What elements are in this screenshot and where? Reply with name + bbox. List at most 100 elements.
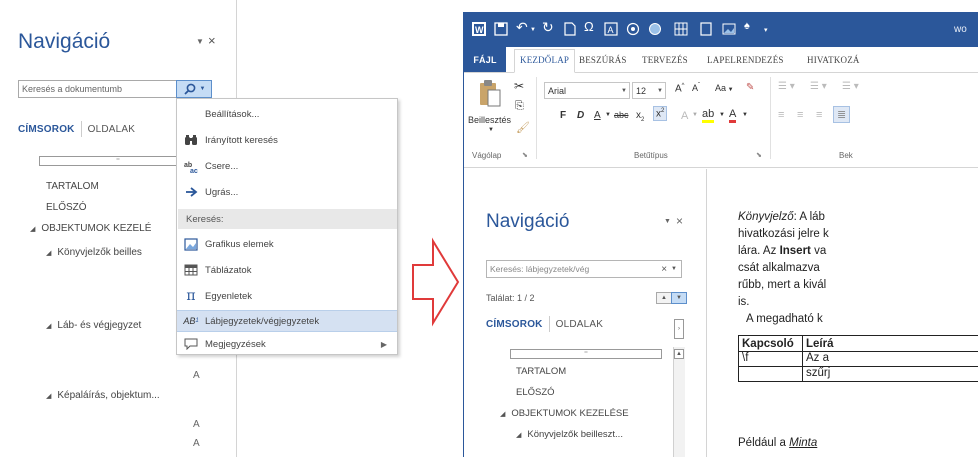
page-icon[interactable]	[700, 22, 712, 36]
heading-sub-item[interactable]: A	[193, 419, 200, 430]
underline-dropdown-icon[interactable]: ▼	[605, 112, 611, 118]
next-result-button[interactable]: ▼	[671, 292, 687, 304]
tab-references[interactable]: HIVATKOZÁ	[807, 55, 860, 65]
cut-icon[interactable]: ✂	[514, 79, 524, 93]
menu-item-graphics[interactable]: Grafikus elemek	[177, 233, 397, 255]
clear-formatting-icon[interactable]: ✎	[746, 82, 754, 93]
search-input[interactable]: Keresés: lábjegyzetek/vég × ▼	[486, 260, 682, 278]
tab-design[interactable]: TERVEZÉS	[642, 55, 688, 65]
pin-icon[interactable]: ♠	[744, 20, 750, 32]
expand-triangle-icon[interactable]: ◢	[46, 249, 51, 257]
paste-dropdown-icon[interactable]: ▼	[488, 127, 494, 133]
numbering-icon[interactable]: ☰ ▾	[810, 81, 827, 92]
menu-item-footnotes[interactable]: AB 1 Lábjegyzetek/végjegyzetek	[177, 310, 397, 332]
multilevel-list-icon[interactable]: ☰ ▾	[842, 81, 859, 92]
heading-item[interactable]: ◢ Könyvjelzők beilleszt...	[516, 429, 623, 440]
expand-triangle-icon[interactable]: ◢	[46, 392, 51, 400]
expand-triangle-icon[interactable]: ◢	[46, 322, 51, 330]
picture-icon[interactable]	[722, 22, 736, 36]
tab-headings[interactable]: CÍMSOROK	[18, 124, 81, 135]
undo-icon[interactable]: ↶	[516, 19, 528, 36]
heading-item[interactable]: ELŐSZÓ	[516, 387, 555, 398]
new-document-icon[interactable]	[564, 22, 576, 36]
shrink-font-icon[interactable]: Aˇ	[692, 83, 700, 93]
heading-item[interactable]: ◢ Láb- és végjegyzet	[46, 320, 141, 331]
bullets-icon[interactable]: ☰ ▾	[778, 81, 795, 92]
tab-insert[interactable]: BESZÚRÁS	[579, 55, 627, 65]
heading-item[interactable]: ELŐSZÓ	[46, 202, 87, 213]
grow-font-icon[interactable]: A^	[675, 83, 685, 94]
text-effects-dropdown-icon[interactable]: ▼	[692, 112, 698, 118]
heading-item[interactable]: TARTALOM	[46, 181, 99, 192]
heading-sub-item[interactable]: A	[193, 370, 200, 381]
tab-file[interactable]: FÁJL	[464, 47, 506, 72]
heading-item[interactable]: ◢ Képaláírás, objektum...	[46, 390, 160, 401]
bold-button[interactable]: F	[560, 110, 566, 121]
font-color-icon[interactable]: A	[729, 108, 737, 123]
save-icon[interactable]	[494, 22, 508, 36]
circle-icon[interactable]	[626, 22, 640, 36]
change-case-button[interactable]: Aa ▼	[715, 83, 734, 93]
document-area[interactable]: Könyvjelző: A láb hivatkozási jelre k lá…	[708, 169, 978, 457]
tab-headings[interactable]: CÍMSOROK	[486, 319, 549, 330]
highlight-color-icon[interactable]: ab	[702, 108, 715, 123]
pane-options-icon[interactable]: ▼	[196, 37, 204, 46]
scroll-up-button[interactable]: ▲	[674, 349, 684, 359]
heading-item[interactable]: ◢ OBJEKTUMOK KEZELÉ	[30, 223, 151, 234]
menu-item-replace[interactable]: ab ac Csere...	[177, 155, 397, 177]
menu-item-equations[interactable]: π Egyenletek	[177, 285, 397, 307]
collapse-all-bar[interactable]: ⁼	[510, 349, 662, 359]
font-name-combo[interactable]: Arial ▼	[544, 82, 630, 99]
search-input[interactable]: Keresés a dokumentumb	[18, 80, 178, 98]
search-options-button[interactable]: ▼	[176, 80, 212, 98]
chevron-down-icon[interactable]: ▼	[671, 266, 681, 272]
heading-item[interactable]: ◢ Könyvjelzők beilles	[46, 247, 142, 258]
close-icon[interactable]: ×	[208, 33, 216, 48]
font-size-combo[interactable]: 12 ▼	[632, 82, 666, 99]
previous-result-button[interactable]: ▲	[656, 292, 672, 304]
grid-icon[interactable]	[674, 22, 688, 36]
heading-item[interactable]: TARTALOM	[516, 366, 566, 377]
customize-toolbar-icon[interactable]: ▾	[764, 26, 768, 34]
copy-icon[interactable]: ⎘	[515, 100, 524, 113]
clipboard-launcher-icon[interactable]: ⬊	[522, 151, 528, 159]
expand-triangle-icon[interactable]: ◢	[30, 225, 35, 233]
font-color-dropdown-icon[interactable]: ▼	[742, 112, 748, 118]
expand-triangle-icon[interactable]: ◢	[516, 431, 521, 439]
expand-triangle-icon[interactable]: ◢	[500, 410, 505, 418]
format-painter-icon[interactable]: 🖌	[516, 121, 530, 134]
superscript-icon[interactable]: x2	[653, 106, 668, 122]
menu-item-advanced-find[interactable]: Irányított keresés	[177, 129, 397, 151]
redo-icon[interactable]: ↻	[542, 19, 554, 36]
underline-button[interactable]: A	[594, 110, 601, 121]
tab-pages[interactable]: OLDALAK	[82, 124, 142, 135]
paste-icon[interactable]	[478, 79, 502, 109]
paste-button[interactable]: Beillesztés	[468, 115, 511, 125]
highlight-dropdown-icon[interactable]: ▼	[719, 112, 725, 118]
align-center-icon[interactable]: ≡	[797, 109, 803, 121]
omega-icon[interactable]: Ω	[584, 19, 594, 34]
collapse-all-bar[interactable]: ⁼	[39, 156, 197, 166]
heading-item[interactable]: ◢ OBJEKTUMOK KEZELÉSE	[500, 408, 629, 419]
heading-sub-item[interactable]: A	[193, 438, 200, 449]
text-effects-icon[interactable]: A	[681, 110, 688, 122]
globe-icon[interactable]	[648, 22, 662, 36]
align-left-icon[interactable]: ≡	[778, 109, 784, 121]
strikethrough-icon[interactable]: abc	[614, 110, 629, 120]
tab-pages[interactable]: OLDALAK	[550, 319, 610, 330]
menu-item-goto[interactable]: Ugrás...	[177, 181, 397, 203]
align-right-icon[interactable]: ≡	[816, 109, 822, 121]
italic-button[interactable]: D	[577, 110, 584, 121]
menu-item-tables[interactable]: Táblázatok	[177, 259, 397, 281]
justify-icon[interactable]: ≣	[833, 106, 851, 123]
pane-options-icon[interactable]: ▼	[664, 218, 671, 225]
text-box-icon[interactable]: A	[604, 22, 618, 36]
clear-search-icon[interactable]: ×	[661, 264, 671, 275]
menu-item-settings[interactable]: Beállítások...	[177, 103, 397, 125]
undo-dropdown-icon[interactable]: ▼	[530, 27, 536, 33]
tab-home[interactable]: KEZDŐLAP	[514, 49, 576, 73]
nav-scrollbar[interactable]	[673, 347, 685, 457]
close-icon[interactable]: ×	[676, 214, 683, 228]
menu-item-comments[interactable]: Megjegyzések ▶	[177, 333, 397, 355]
tabs-scroll-right-button[interactable]: ›	[674, 319, 684, 339]
